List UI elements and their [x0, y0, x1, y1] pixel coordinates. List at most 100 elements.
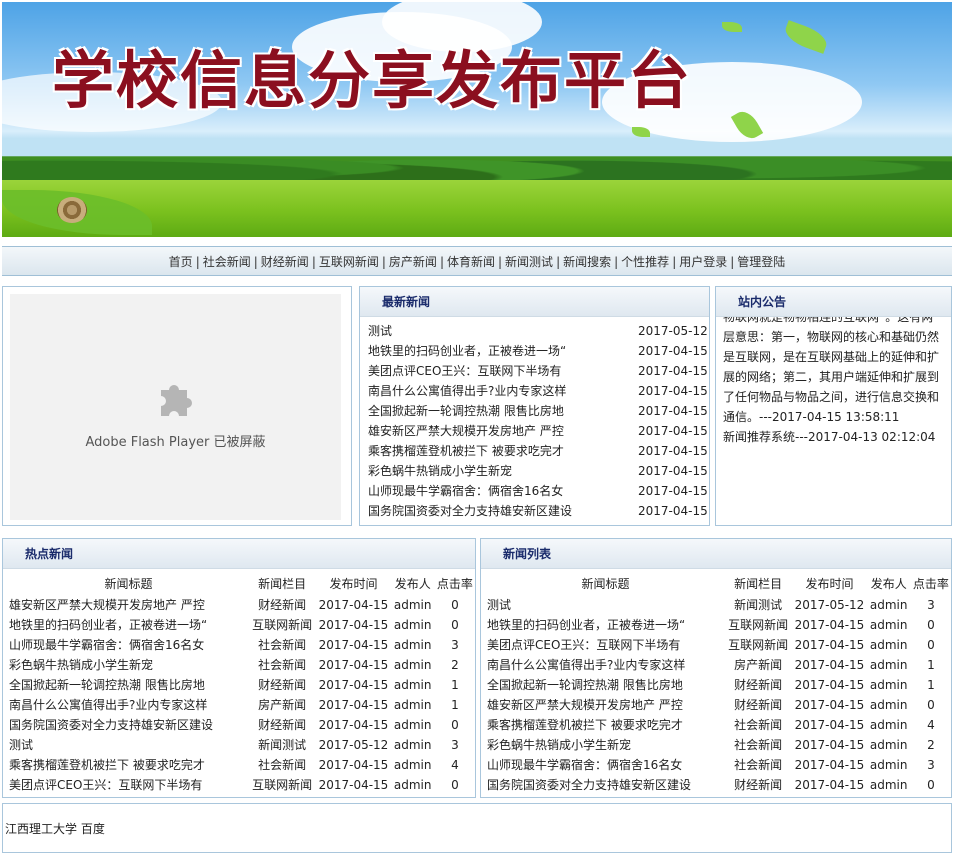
news-title-link[interactable]: 山师现最牛学霸宿舍：俩宿舍16名女	[9, 635, 248, 655]
news-link[interactable]: 地铁里的扫码创业者，正被卷进一场“	[368, 341, 638, 361]
click-count: 0	[451, 618, 459, 632]
table-row: 国务院国资委对全力支持雄安新区建设 财经新闻 2017-04-15 admin 0	[487, 775, 951, 795]
news-date: 2017-04-15	[638, 484, 708, 498]
news-date: 2017-04-15	[638, 504, 708, 518]
flash-blocked-message: Adobe Flash Player 已被屏蔽	[85, 435, 266, 450]
nav-realestate-news[interactable]: 房产新闻	[389, 255, 437, 269]
site-notice-panel: 站内公告 物联网就是物物相连的互联网”。这有两层意思：第一，物联网的核心和基础仍…	[715, 286, 952, 526]
publisher: admin	[393, 618, 432, 632]
news-link[interactable]: 全国掀起新一轮调控热潮 限售比房地	[368, 401, 638, 421]
news-category: 社会新闻	[258, 658, 307, 672]
nav-admin-login[interactable]: 管理登陆	[737, 255, 785, 269]
news-date: 2017-04-15	[638, 404, 708, 418]
nav-internet-news[interactable]: 互联网新闻	[319, 255, 379, 269]
publish-date: 2017-04-15	[318, 618, 389, 632]
table-row: 国务院国资委对全力支持雄安新区建设 财经新闻 2017-04-15 admin 0	[9, 715, 475, 735]
news-title-link[interactable]: 雄安新区严禁大规模开发房地产 严控	[9, 595, 248, 615]
table-row: 山师现最牛学霸宿舍：俩宿舍16名女 社会新闻 2017-04-15 admin 3	[9, 635, 475, 655]
publish-date: 2017-04-15	[794, 738, 865, 752]
news-link[interactable]: 山师现最牛学霸宿舍：俩宿舍16名女	[368, 481, 638, 501]
nav-finance-news[interactable]: 财经新闻	[261, 255, 309, 269]
nav-user-login[interactable]: 用户登录	[679, 255, 727, 269]
news-category: 房产新闻	[734, 658, 783, 672]
publisher: admin	[869, 678, 908, 692]
news-title-link[interactable]: 美团点评CEO王兴：互联网下半场有	[487, 635, 724, 655]
list-item: 全国掀起新一轮调控热潮 限售比房地 2017-04-15	[368, 401, 709, 421]
news-link[interactable]: 国务院国资委对全力支持雄安新区建设	[368, 501, 638, 521]
news-title-link[interactable]: 测试	[487, 595, 724, 615]
nav-news-search[interactable]: 新闻搜索	[563, 255, 611, 269]
nav-news-test[interactable]: 新闻测试	[505, 255, 553, 269]
news-category: 社会新闻	[258, 638, 307, 652]
news-category: 新闻测试	[734, 598, 783, 612]
news-title-link[interactable]: 雄安新区严禁大规模开发房地产 严控	[487, 695, 724, 715]
nav-recommend[interactable]: 个性推荐	[621, 255, 669, 269]
news-link[interactable]: 彩色蜗牛热销成小学生新宠	[368, 461, 638, 481]
publish-date: 2017-04-15	[318, 698, 389, 712]
table-row: 美团点评CEO王兴：互联网下半场有 互联网新闻 2017-04-15 admin 0	[487, 635, 951, 655]
news-title-link[interactable]: 山师现最牛学霸宿舍：俩宿舍16名女	[487, 755, 724, 775]
news-link[interactable]: 雄安新区严禁大规模开发房地产 严控	[368, 421, 638, 441]
news-title-link[interactable]: 全国掀起新一轮调控热潮 限售比房地	[9, 675, 248, 695]
click-count: 0	[927, 638, 935, 652]
click-count: 0	[451, 778, 459, 792]
table-row: 测试 新闻测试 2017-05-12 admin 3	[487, 595, 951, 615]
list-item: 地铁里的扫码创业者，正被卷进一场“ 2017-04-15	[368, 341, 709, 361]
news-title-link[interactable]: 南昌什么公寓值得出手?业内专家这样	[487, 655, 724, 675]
click-count: 0	[451, 718, 459, 732]
footer-link-baidu[interactable]: 百度	[81, 822, 105, 836]
publish-date: 2017-04-15	[318, 598, 389, 612]
list-item: 山师现最牛学霸宿舍：俩宿舍16名女 2017-04-15	[368, 481, 709, 501]
footer-link-jxust[interactable]: 江西理工大学	[5, 822, 77, 836]
table-row: 全国掀起新一轮调控热潮 限售比房地 财经新闻 2017-04-15 admin 1	[487, 675, 951, 695]
publisher: admin	[869, 738, 908, 752]
news-title-link[interactable]: 地铁里的扫码创业者，正被卷进一场“	[9, 615, 248, 635]
news-category: 互联网新闻	[728, 638, 789, 652]
publisher: admin	[869, 638, 908, 652]
news-title-link[interactable]: 全国掀起新一轮调控热潮 限售比房地	[487, 675, 724, 695]
news-list-panel: 新闻列表 新闻标题 新闻栏目 发布时间 发布人 点击率 测试 新闻测试 2017-0…	[480, 538, 952, 798]
click-count: 1	[451, 698, 459, 712]
news-title-link[interactable]: 乘客携榴莲登机被拦下 被要求吃完才	[487, 715, 724, 735]
column-header: 新闻栏目	[258, 577, 307, 591]
news-title-link[interactable]: 地铁里的扫码创业者，正被卷进一场“	[487, 615, 724, 635]
publish-date: 2017-04-15	[794, 718, 865, 732]
column-header: 发布人	[394, 577, 431, 591]
table-header-row: 新闻标题 新闻栏目 发布时间 发布人 点击率	[9, 573, 475, 595]
table-row: 乘客携榴莲登机被拦下 被要求吃完才 社会新闻 2017-04-15 admin 4	[9, 755, 475, 775]
flash-placeholder[interactable]: Adobe Flash Player 已被屏蔽	[10, 294, 341, 520]
news-title-link[interactable]: 彩色蜗牛热销成小学生新宠	[9, 655, 248, 675]
news-title-link[interactable]: 南昌什么公寓值得出手?业内专家这样	[9, 695, 248, 715]
news-title-link[interactable]: 国务院国资委对全力支持雄安新区建设	[487, 775, 724, 795]
notice-scroll-area: 物联网就是物物相连的互联网”。这有两层意思：第一，物联网的核心和基础仍然是互联网…	[716, 317, 951, 525]
news-title-link[interactable]: 乘客携榴莲登机被拦下 被要求吃完才	[9, 755, 248, 775]
click-count: 0	[927, 698, 935, 712]
nav-sports-news[interactable]: 体育新闻	[447, 255, 495, 269]
list-item: 南昌什么公寓值得出手?业内专家这样 2017-04-15	[368, 381, 709, 401]
news-title-link[interactable]: 测试	[9, 735, 248, 755]
column-header: 点击率	[912, 577, 949, 591]
news-title-link[interactable]: 美团点评CEO王兴：互联网下半场有	[9, 775, 248, 795]
column-header: 新闻标题	[104, 577, 153, 591]
table-row: 美团点评CEO王兴：互联网下半场有 互联网新闻 2017-04-15 admin 0	[9, 775, 475, 795]
publisher: admin	[393, 638, 432, 652]
news-link[interactable]: 南昌什么公寓值得出手?业内专家这样	[368, 381, 638, 401]
publish-date: 2017-04-15	[318, 658, 389, 672]
news-link[interactable]: 测试	[368, 321, 638, 341]
flash-panel: Adobe Flash Player 已被屏蔽	[2, 286, 352, 526]
news-list-table: 新闻标题 新闻栏目 发布时间 发布人 点击率 测试 新闻测试 2017-05-12 a…	[487, 573, 951, 795]
news-link[interactable]: 乘客携榴莲登机被拦下 被要求吃完才	[368, 441, 638, 461]
news-category: 互联网新闻	[252, 618, 313, 632]
news-title-link[interactable]: 彩色蜗牛热销成小学生新宠	[487, 735, 724, 755]
click-count: 1	[451, 678, 459, 692]
nav-home[interactable]: 首页	[169, 255, 193, 269]
list-item: 国务院国资委对全力支持雄安新区建设 2017-04-15	[368, 501, 709, 521]
publish-date: 2017-05-12	[794, 598, 865, 612]
news-title-link[interactable]: 国务院国资委对全力支持雄安新区建设	[9, 715, 248, 735]
news-date: 2017-04-15	[638, 364, 708, 378]
news-link[interactable]: 美团点评CEO王兴：互联网下半场有	[368, 361, 638, 381]
publish-date: 2017-04-15	[794, 758, 865, 772]
list-item: 美团点评CEO王兴：互联网下半场有 2017-04-15	[368, 361, 709, 381]
news-category: 财经新闻	[734, 698, 783, 712]
nav-social-news[interactable]: 社会新闻	[203, 255, 251, 269]
